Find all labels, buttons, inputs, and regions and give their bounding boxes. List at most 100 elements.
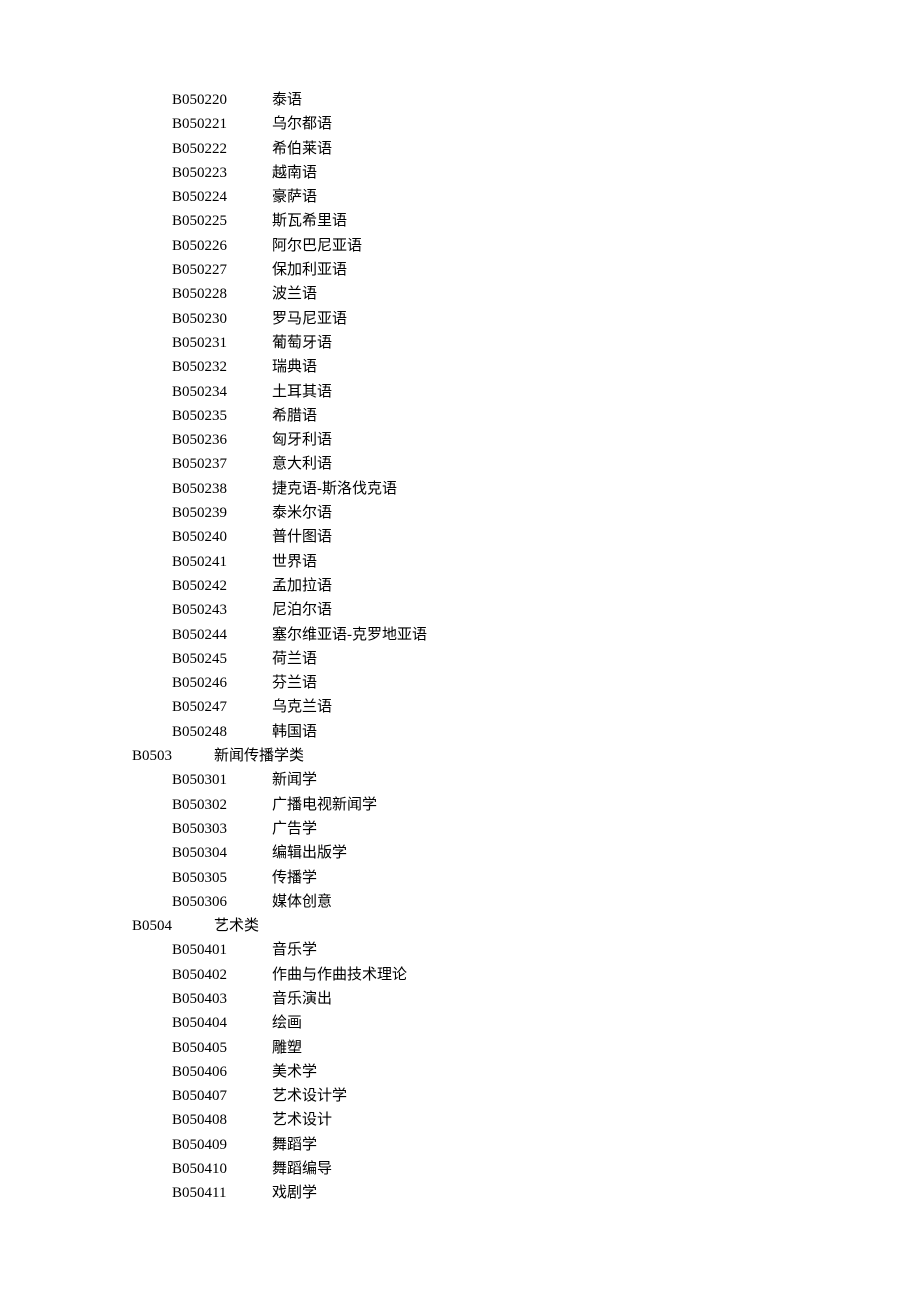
name: 音乐学 xyxy=(272,938,317,962)
code: B050404 xyxy=(172,1011,272,1035)
code: B050306 xyxy=(172,890,272,914)
code: B050304 xyxy=(172,841,272,865)
name: 新闻学 xyxy=(272,768,317,792)
code: B050403 xyxy=(172,987,272,1011)
specialty-row: B050248韩国语 xyxy=(132,720,920,744)
name: 绘画 xyxy=(272,1011,302,1035)
code: B050237 xyxy=(172,452,272,476)
code: B050221 xyxy=(172,112,272,136)
specialty-row: B050306媒体创意 xyxy=(132,890,920,914)
specialty-row: B050411戏剧学 xyxy=(132,1181,920,1205)
name: 意大利语 xyxy=(272,452,332,476)
name: 波兰语 xyxy=(272,282,317,306)
category-row: B0504艺术类 xyxy=(132,914,920,938)
code: B050241 xyxy=(172,550,272,574)
code: B050305 xyxy=(172,866,272,890)
name: 瑞典语 xyxy=(272,355,317,379)
name: 阿尔巴尼亚语 xyxy=(272,234,362,258)
code: B050303 xyxy=(172,817,272,841)
name: 泰米尔语 xyxy=(272,501,332,525)
name: 戏剧学 xyxy=(272,1181,317,1205)
name: 罗马尼亚语 xyxy=(272,307,347,331)
name: 希腊语 xyxy=(272,404,317,428)
name: 豪萨语 xyxy=(272,185,317,209)
specialty-row: B050220泰语 xyxy=(132,88,920,112)
specialty-row: B050303广告学 xyxy=(132,817,920,841)
code: B050245 xyxy=(172,647,272,671)
code: B050238 xyxy=(172,477,272,501)
code: B050248 xyxy=(172,720,272,744)
specialty-row: B050231葡萄牙语 xyxy=(132,331,920,355)
name: 乌克兰语 xyxy=(272,695,332,719)
code: B050239 xyxy=(172,501,272,525)
specialty-row: B050403音乐演出 xyxy=(132,987,920,1011)
name: 传播学 xyxy=(272,866,317,890)
name: 保加利亚语 xyxy=(272,258,347,282)
name: 艺术设计 xyxy=(272,1108,332,1132)
name: 艺术设计学 xyxy=(272,1084,347,1108)
name: 孟加拉语 xyxy=(272,574,332,598)
specialty-row: B050236匈牙利语 xyxy=(132,428,920,452)
code: B050401 xyxy=(172,938,272,962)
code: B050227 xyxy=(172,258,272,282)
specialty-row: B050240普什图语 xyxy=(132,525,920,549)
specialty-row: B050224豪萨语 xyxy=(132,185,920,209)
specialty-row: B050302广播电视新闻学 xyxy=(132,793,920,817)
name: 尼泊尔语 xyxy=(272,598,332,622)
specialty-row: B050237意大利语 xyxy=(132,452,920,476)
name: 广播电视新闻学 xyxy=(272,793,377,817)
specialty-row: B050245荷兰语 xyxy=(132,647,920,671)
specialty-row: B050304编辑出版学 xyxy=(132,841,920,865)
specialty-row: B050238捷克语-斯洛伐克语 xyxy=(132,477,920,501)
specialty-row: B050241世界语 xyxy=(132,550,920,574)
code: B050409 xyxy=(172,1133,272,1157)
category-row: B0503新闻传播学类 xyxy=(132,744,920,768)
code: B050225 xyxy=(172,209,272,233)
specialty-row: B050242孟加拉语 xyxy=(132,574,920,598)
specialty-row: B050246芬兰语 xyxy=(132,671,920,695)
code: B050234 xyxy=(172,380,272,404)
specialty-row: B050232瑞典语 xyxy=(132,355,920,379)
name: 葡萄牙语 xyxy=(272,331,332,355)
specialty-row: B050239泰米尔语 xyxy=(132,501,920,525)
specialty-row: B050222希伯莱语 xyxy=(132,137,920,161)
specialty-row: B050230罗马尼亚语 xyxy=(132,307,920,331)
specialty-row: B050235希腊语 xyxy=(132,404,920,428)
code: B050226 xyxy=(172,234,272,258)
name: 广告学 xyxy=(272,817,317,841)
name: 美术学 xyxy=(272,1060,317,1084)
code: B0504 xyxy=(132,914,214,938)
code: B050405 xyxy=(172,1036,272,1060)
code: B050224 xyxy=(172,185,272,209)
specialty-list: B050220泰语B050221乌尔都语B050222希伯莱语B050223越南… xyxy=(132,88,920,1206)
code: B050247 xyxy=(172,695,272,719)
specialty-row: B050409舞蹈学 xyxy=(132,1133,920,1157)
specialty-row: B050221乌尔都语 xyxy=(132,112,920,136)
specialty-row: B050244塞尔维亚语-克罗地亚语 xyxy=(132,623,920,647)
code: B050235 xyxy=(172,404,272,428)
specialty-row: B050228波兰语 xyxy=(132,282,920,306)
name: 编辑出版学 xyxy=(272,841,347,865)
specialty-row: B050404绘画 xyxy=(132,1011,920,1035)
name: 捷克语-斯洛伐克语 xyxy=(272,477,397,501)
code: B050410 xyxy=(172,1157,272,1181)
specialty-row: B050305传播学 xyxy=(132,866,920,890)
code: B050231 xyxy=(172,331,272,355)
specialty-row: B050226阿尔巴尼亚语 xyxy=(132,234,920,258)
specialty-row: B050407艺术设计学 xyxy=(132,1084,920,1108)
name: 普什图语 xyxy=(272,525,332,549)
name: 舞蹈学 xyxy=(272,1133,317,1157)
specialty-row: B050401音乐学 xyxy=(132,938,920,962)
name: 匈牙利语 xyxy=(272,428,332,452)
name: 世界语 xyxy=(272,550,317,574)
code: B050244 xyxy=(172,623,272,647)
specialty-row: B050410舞蹈编导 xyxy=(132,1157,920,1181)
name: 舞蹈编导 xyxy=(272,1157,332,1181)
name: 土耳其语 xyxy=(272,380,332,404)
specialty-row: B050247乌克兰语 xyxy=(132,695,920,719)
name: 塞尔维亚语-克罗地亚语 xyxy=(272,623,427,647)
name: 新闻传播学类 xyxy=(214,744,304,768)
code: B050220 xyxy=(172,88,272,112)
name: 雕塑 xyxy=(272,1036,302,1060)
name: 芬兰语 xyxy=(272,671,317,695)
